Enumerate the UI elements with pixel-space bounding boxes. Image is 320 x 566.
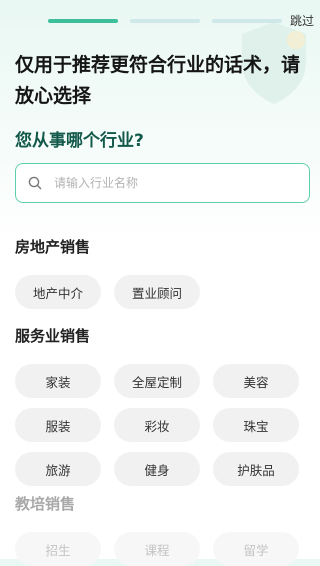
onboarding-progress [48,19,282,23]
industry-chip-real-estate-agent[interactable]: 地产中介 [15,275,101,309]
industry-search-input[interactable] [52,175,286,191]
industry-chip-courses[interactable]: 课程 [114,532,200,566]
search-icon [28,176,42,190]
industry-chip-jewelry[interactable]: 珠宝 [213,408,299,442]
industry-chip-makeup[interactable]: 彩妆 [114,408,200,442]
industry-chip-travel[interactable]: 旅游 [15,452,101,486]
industry-search-box[interactable] [15,163,310,203]
industry-chip-enrollment[interactable]: 招生 [15,532,101,566]
industry-chip-beauty[interactable]: 美容 [213,364,299,398]
category-title: 教培销售 [15,495,76,513]
industry-chip-home-decoration[interactable]: 家装 [15,364,101,398]
industry-chip-skincare[interactable]: 护肤品 [213,452,299,486]
page-title: 仅用于推荐更符合行业的话术，请放心选择 [15,54,301,107]
category-education: 教培销售 招生 课程 留学 [15,493,299,566]
category-services: 服务业销售 家装 全屋定制 美容 服装 彩妆 珠宝 旅游 健身 护肤品 [15,325,299,486]
category-real-estate: 房地产销售 地产中介 置业顾问 [15,236,299,309]
progress-step-3 [212,19,282,23]
industry-question: 您从事哪个行业? [15,131,144,151]
industry-chip-property-consultant[interactable]: 置业顾问 [114,275,200,309]
category-title: 服务业销售 [15,327,91,345]
progress-step-2 [130,19,200,23]
industry-chip-study-abroad[interactable]: 留学 [213,532,299,566]
skip-button[interactable]: 跳过 [290,12,314,29]
industry-chip-custom-furniture[interactable]: 全屋定制 [114,364,200,398]
progress-step-1 [48,19,118,23]
industry-chip-fitness[interactable]: 健身 [114,452,200,486]
category-title: 房地产销售 [15,238,91,256]
industry-chip-clothing[interactable]: 服装 [15,408,101,442]
